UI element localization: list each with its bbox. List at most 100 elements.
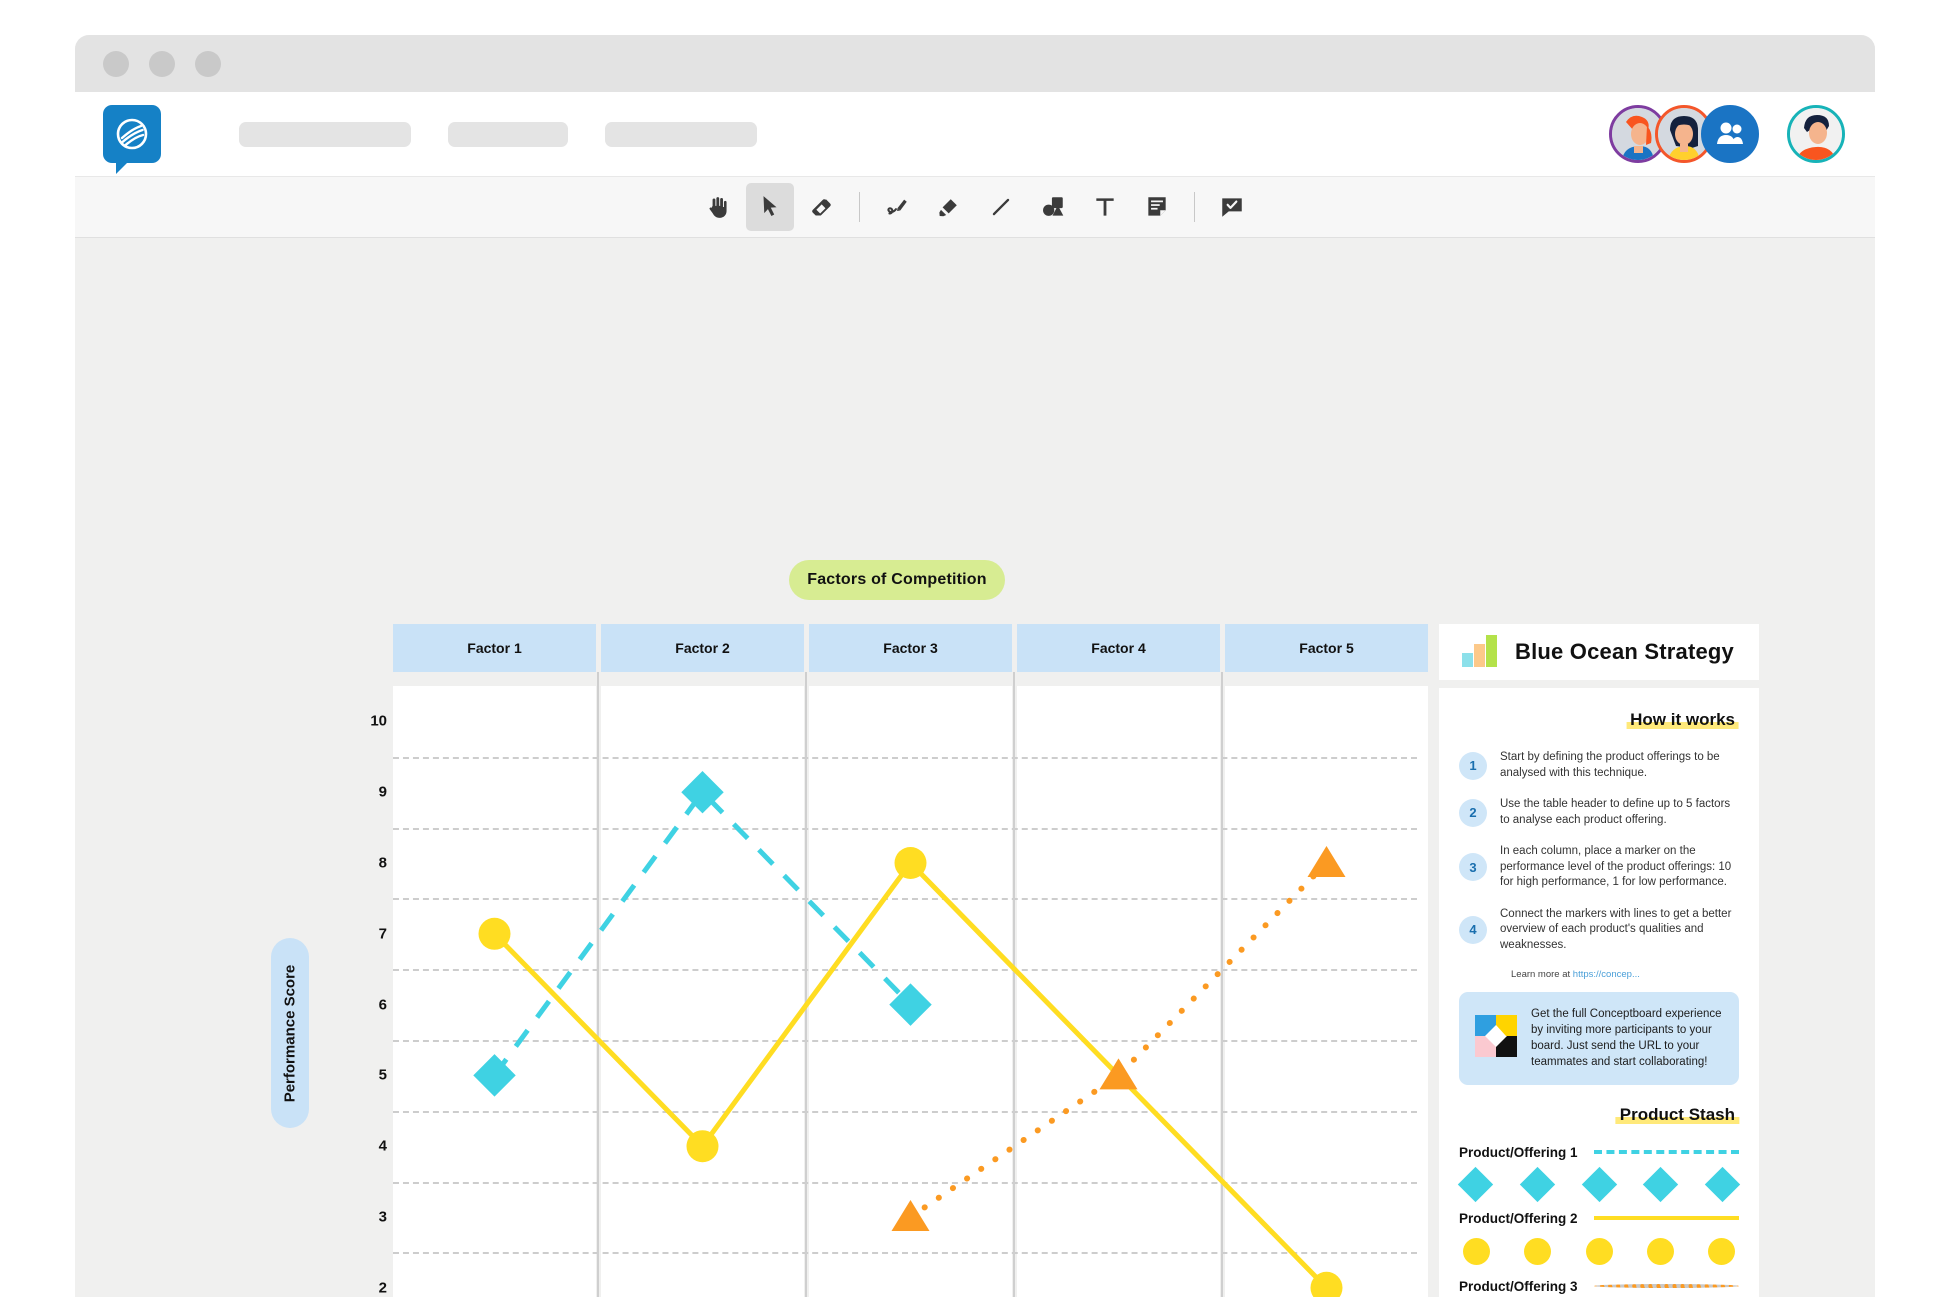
legend-row-2: Product/Offering 2 <box>1459 1211 1739 1265</box>
tool-note[interactable] <box>1133 183 1181 231</box>
how-it-works-heading: How it works <box>1626 710 1739 730</box>
factor-header-2[interactable]: Factor 2 <box>601 624 804 672</box>
window-maximize-button[interactable] <box>195 50 221 77</box>
legend-marker-diamond[interactable] <box>1704 1166 1741 1202</box>
y-tick-2: 2 <box>378 1279 387 1297</box>
step-text-1: Start by defining the product offerings … <box>1500 751 1720 779</box>
bar-chart-icon <box>1461 632 1501 673</box>
learn-more-prefix: Learn more at <box>1511 969 1573 981</box>
step-number-4: 4 <box>1459 915 1487 944</box>
legend-marker-diamond[interactable] <box>1643 1166 1679 1202</box>
legend-row-1: Product/Offering 1 <box>1457 1145 1741 1202</box>
legend-marker-circle[interactable] <box>1524 1237 1552 1265</box>
data-marker-s3-p3[interactable] <box>1307 846 1346 877</box>
legend-markers-1 <box>1457 1160 1741 1202</box>
data-marker-s2-p2[interactable] <box>686 1130 719 1163</box>
nav-placeholder-2[interactable] <box>448 121 568 147</box>
series-line-1[interactable] <box>492 788 913 1077</box>
panel-title: Blue Ocean Strategy <box>1515 639 1734 664</box>
factor-header-row: Factor 1 Factor 2 Factor 3 Factor 4 Factor 5 <box>393 624 1428 672</box>
factor-header-1[interactable]: Factor 1 <box>393 624 596 672</box>
step-text-4: Connect the markers with lines to get a … <box>1500 907 1732 951</box>
panel-header: Blue Ocean Strategy <box>1439 624 1759 680</box>
tool-hand[interactable] <box>694 183 742 231</box>
product-stash-heading-wrap: Product Stash <box>1459 1105 1740 1125</box>
legend-marker-diamond[interactable] <box>1581 1166 1617 1202</box>
avatar-group[interactable] <box>1701 105 1759 163</box>
legend-marker-circle[interactable] <box>1585 1237 1613 1265</box>
y-tick-9: 9 <box>378 783 387 801</box>
tool-eraser[interactable] <box>798 183 846 231</box>
y-axis-label: Performance Score <box>271 938 309 1128</box>
series-line-3[interactable] <box>907 860 1330 1220</box>
nav-placeholder-3[interactable] <box>605 121 757 147</box>
legend-marker-diamond[interactable] <box>1457 1166 1494 1202</box>
legend-line-2 <box>1593 1216 1739 1221</box>
step-text-2: Use the table header to define up to 5 f… <box>1500 798 1731 826</box>
window-minimize-button[interactable] <box>149 50 175 77</box>
tool-comment[interactable] <box>1208 183 1256 231</box>
app-window: Factors of Competition Performance Score… <box>75 35 1875 1297</box>
tool-highlighter[interactable] <box>925 183 973 231</box>
data-marker-s2-p3[interactable] <box>894 847 927 879</box>
toolbar-divider-2 <box>1194 192 1195 222</box>
step-number-1: 1 <box>1459 751 1487 780</box>
step-text-3: In each column, place a marker on the pe… <box>1500 845 1732 889</box>
y-tick-4: 4 <box>378 1137 387 1155</box>
product-stash-heading: Product Stash <box>1615 1105 1740 1125</box>
window-titlebar <box>75 35 1875 92</box>
invite-callout: Get the full Conceptboard experience by … <box>1459 992 1739 1085</box>
toolbar-divider-1 <box>859 192 860 222</box>
step-number-2: 2 <box>1459 798 1487 827</box>
how-it-works-step-3: 3 In each column, place a marker on the p… <box>1459 844 1739 891</box>
data-marker-s1-p1[interactable] <box>473 1054 516 1097</box>
conceptboard-logo[interactable] <box>103 105 161 174</box>
tool-text[interactable] <box>1081 183 1129 231</box>
legend-marker-circle[interactable] <box>1646 1237 1674 1265</box>
learn-more-text: Learn more at https://concep... <box>1511 969 1739 980</box>
invite-callout-text: Get the full Conceptboard experience by … <box>1531 1008 1722 1069</box>
panel-body: How it works 1 Start by defining the prod… <box>1439 688 1759 1297</box>
how-it-works-step-1: 1 Start by defining the product offerings… <box>1459 750 1739 781</box>
series-overlay <box>473 770 1346 1297</box>
legend-label-3: Product/Offering 3 <box>1459 1278 1578 1294</box>
tool-line[interactable] <box>977 183 1025 231</box>
legend-marker-diamond[interactable] <box>1519 1166 1555 1202</box>
how-it-works-heading-wrap: How it works <box>1459 710 1739 730</box>
legend-label-2: Product/Offering 2 <box>1459 1210 1578 1226</box>
legend-markers-2 <box>1459 1226 1739 1265</box>
y-axis-label-text: Performance Score <box>281 964 299 1102</box>
legend-marker-circle[interactable] <box>1708 1237 1735 1265</box>
learn-more-link[interactable]: https://concep... <box>1573 969 1640 980</box>
how-it-works-step-2: 2 Use the table header to define up to 5 … <box>1459 797 1739 828</box>
tool-select[interactable] <box>746 183 794 231</box>
data-marker-s2-p1[interactable] <box>478 917 511 950</box>
y-tick-6: 6 <box>378 996 387 1014</box>
y-tick-10: 10 <box>370 712 387 730</box>
window-close-button[interactable] <box>103 50 129 77</box>
tool-pen[interactable] <box>873 183 921 231</box>
y-tick-7: 7 <box>378 925 387 943</box>
tool-shapes[interactable] <box>1029 183 1077 231</box>
factor-header-3[interactable]: Factor 3 <box>809 624 1012 672</box>
y-tick-5: 5 <box>378 1066 387 1084</box>
chart-plot-area <box>393 672 1428 1297</box>
how-it-works-step-4: 4 Connect the markers with lines to get a… <box>1459 907 1739 954</box>
avatar-user-4[interactable] <box>1787 105 1845 163</box>
header-nav <box>239 121 757 147</box>
factor-header-5[interactable]: Factor 5 <box>1225 624 1428 672</box>
factor-header-4[interactable]: Factor 4 <box>1017 624 1220 672</box>
board-title: Factors of Competition <box>789 560 1005 600</box>
legend-line-1 <box>1593 1150 1739 1155</box>
avatar-group-container <box>1609 105 1845 163</box>
y-tick-8: 8 <box>378 854 387 872</box>
nav-placeholder-1[interactable] <box>239 121 411 147</box>
strategy-canvas-chart: Factor 1 Factor 2 Factor 3 Factor 4 Factor 5 <box>393 624 1428 1297</box>
product-stash-legend: Product/Offering 1 Product/Offering 2 Prod… <box>1457 1145 1741 1297</box>
app-header <box>75 92 1875 176</box>
steps-list: 1 Start by defining the product offerings… <box>1459 750 1739 953</box>
board-canvas: Factors of Competition Performance Score… <box>75 238 1875 1297</box>
legend-line-3 <box>1593 1284 1739 1289</box>
legend-marker-circle[interactable] <box>1463 1237 1490 1265</box>
legend-markers-3 <box>1459 1294 1739 1297</box>
